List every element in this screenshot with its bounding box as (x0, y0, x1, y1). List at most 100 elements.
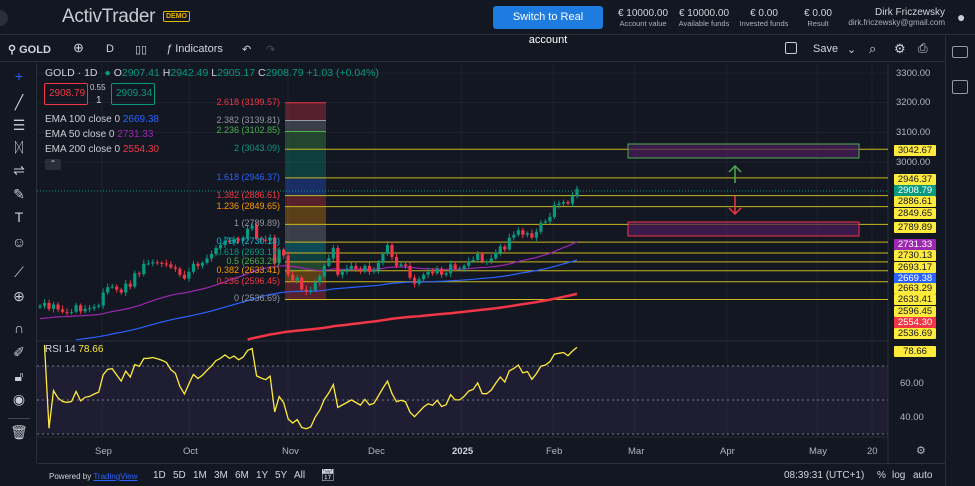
open-label: O (113, 67, 122, 79)
candle (539, 222, 543, 232)
candle (304, 289, 308, 292)
target-box-green[interactable] (627, 143, 860, 159)
tradingview-link[interactable]: TradingView (93, 472, 137, 481)
rsi-axis-label: 40.00 (900, 412, 924, 423)
fib-band (285, 149, 326, 178)
axis-settings-icon[interactable]: ⚙ (916, 444, 926, 457)
candle (182, 274, 187, 279)
price-tag: 2908.79 (894, 185, 936, 196)
price-axis-label: 3300.00 (896, 68, 931, 79)
fib-level-label: 2.618 (3199.57) (216, 96, 280, 107)
quantity[interactable]: 1 (96, 95, 102, 106)
range-5d[interactable]: 5D (173, 470, 186, 481)
candle (65, 311, 69, 313)
candle (534, 231, 538, 238)
ema-200-legend[interactable]: EMA 200 close 0 2554.30 (45, 144, 159, 155)
candle (88, 308, 92, 310)
fib-level-label: 2.382 (3139.81) (216, 114, 280, 125)
range-5y[interactable]: 5Y (275, 470, 287, 481)
rsi-legend[interactable]: RSI 14 78.66 (45, 344, 103, 355)
price-tag: 2693.17 (894, 262, 936, 273)
fib-band (285, 224, 326, 243)
rsi-label: RSI 14 (45, 344, 76, 355)
candle (430, 271, 435, 274)
range-6m[interactable]: 6M (235, 470, 249, 481)
candle (56, 304, 60, 310)
candle (313, 282, 317, 291)
time-label: Sep (95, 446, 112, 457)
candle (421, 274, 426, 280)
price-tag: 2663.29 (894, 283, 936, 294)
sell-button[interactable]: 2908.79 (44, 83, 88, 105)
ema-label: EMA 100 close 0 (45, 114, 121, 125)
candle (512, 234, 516, 238)
candle (358, 268, 362, 272)
candle (521, 230, 525, 235)
candle (74, 305, 78, 312)
clock[interactable]: 08:39:31 (UTC+1) (784, 470, 864, 481)
fib-level-label: 0.764 (2730.13) (216, 236, 280, 247)
candle (137, 273, 141, 275)
candle (408, 265, 412, 278)
ema-value: 2731.33 (117, 129, 154, 140)
candle (336, 248, 340, 275)
candle (187, 271, 191, 279)
candle (340, 271, 344, 275)
fib-level-label: 2 (3043.09) (233, 143, 280, 154)
candle (142, 263, 146, 275)
candle (376, 262, 381, 271)
price-tag: 2789.89 (894, 222, 936, 233)
time-label: Dec (368, 446, 385, 457)
bottom-bar: Powered by TradingView 1D 5D 1M 3M 6M 1Y… (37, 463, 945, 486)
fib-level-label: 0 (2536.69) (233, 293, 280, 304)
candle (435, 268, 439, 274)
fib-band (285, 102, 326, 121)
price-tag: 2886.61 (894, 196, 936, 207)
candle (173, 267, 177, 269)
ema-100-legend[interactable]: EMA 100 close 0 2669.38 (45, 114, 159, 125)
auto-toggle[interactable]: auto (913, 470, 932, 481)
fib-band (285, 195, 326, 207)
fib-band (285, 177, 326, 196)
collapse-legend-icon[interactable]: ⌃ (45, 159, 61, 170)
price-axis-label: 3200.00 (896, 97, 931, 108)
candle (160, 262, 164, 264)
range-all[interactable]: All (294, 470, 305, 481)
candle (309, 290, 313, 292)
candle (47, 302, 51, 309)
arrow-down-icon[interactable] (728, 196, 742, 216)
target-box-red[interactable] (627, 221, 860, 237)
ema-200-line (247, 292, 578, 341)
fib-band (285, 242, 326, 254)
candle (390, 245, 394, 257)
time-label: Oct (183, 446, 198, 457)
buy-button[interactable]: 2909.34 (111, 83, 155, 105)
candle (331, 248, 335, 259)
range-1y[interactable]: 1Y (256, 470, 268, 481)
candle (79, 305, 83, 312)
range-3m[interactable]: 3M (214, 470, 228, 481)
low-value: 2905.17 (217, 67, 256, 79)
price-tag: 2554.30 (894, 317, 936, 328)
powered-label: Powered by (49, 472, 92, 481)
ema-value: 2669.38 (122, 114, 159, 125)
price-tag: 78.66 (894, 346, 936, 357)
candle (115, 286, 119, 290)
time-label: Apr (720, 446, 735, 457)
range-1m[interactable]: 1M (193, 470, 207, 481)
price-tag: 2849.65 (894, 208, 936, 219)
market-status-icon: ● (104, 67, 111, 79)
candle (403, 264, 408, 266)
arrow-up-icon[interactable] (728, 164, 742, 183)
range-1d[interactable]: 1D (153, 470, 166, 481)
time-label: Feb (546, 446, 563, 457)
candle (60, 309, 65, 312)
candle (110, 286, 114, 288)
percent-toggle[interactable]: % (877, 470, 886, 481)
candle (480, 253, 484, 262)
candle (372, 270, 376, 272)
log-toggle[interactable]: log (892, 470, 905, 481)
rsi-value: 78.66 (78, 344, 104, 355)
calendar-icon[interactable]: 📅︎ (320, 468, 335, 482)
ema-50-legend[interactable]: EMA 50 close 0 2731.33 (45, 129, 153, 140)
